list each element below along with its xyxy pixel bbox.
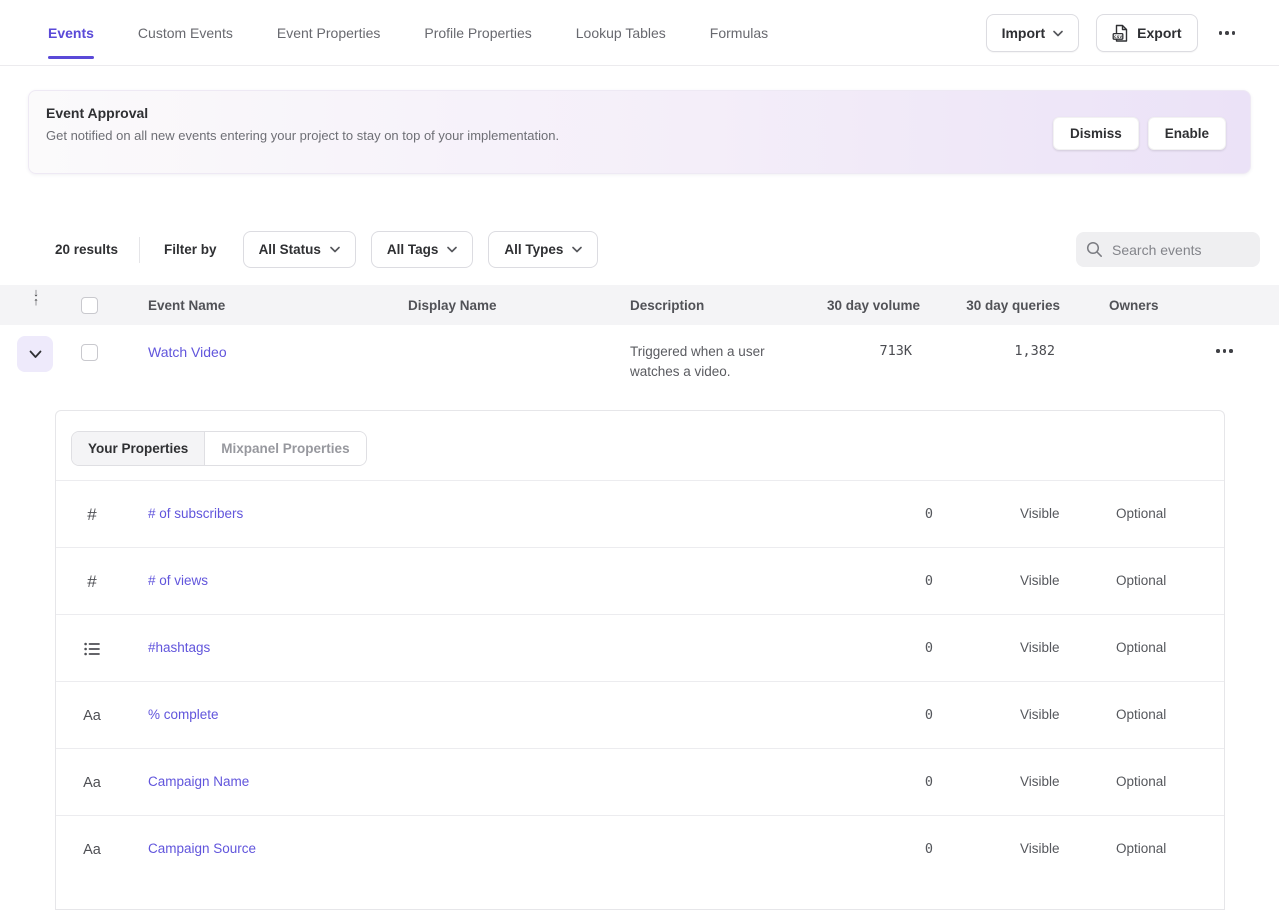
- property-name-link[interactable]: Campaign Source: [148, 841, 256, 856]
- property-row: # # of views 0 Visible Optional: [56, 547, 1224, 614]
- property-requirement: Optional: [1116, 573, 1166, 588]
- status-filter-dropdown[interactable]: All Status: [243, 231, 356, 268]
- number-type-icon: #: [80, 481, 104, 548]
- filter-toolbar: 20 results Filter by All Status All Tags…: [55, 231, 613, 268]
- csv-file-icon: csv: [1112, 24, 1129, 43]
- event-30day-queries: 1,382: [925, 343, 1055, 359]
- search-box[interactable]: [1076, 232, 1260, 267]
- event-name-link[interactable]: Watch Video: [148, 344, 227, 360]
- event-30day-volume: 713K: [782, 343, 912, 359]
- more-options-icon[interactable]: [1215, 25, 1240, 41]
- property-visibility: Visible: [1020, 506, 1060, 521]
- toolbar-divider: [139, 237, 140, 263]
- column-header-description[interactable]: Description: [630, 285, 704, 325]
- row-checkbox[interactable]: [81, 344, 98, 361]
- property-visibility: Visible: [1020, 573, 1060, 588]
- property-row: #hashtags 0 Visible Optional: [56, 614, 1224, 681]
- event-description: Triggered when a user watches a video.: [630, 342, 795, 382]
- banner-title: Event Approval: [46, 105, 148, 121]
- tab-custom-events[interactable]: Custom Events: [138, 19, 233, 47]
- collapse-row-button[interactable]: [17, 336, 53, 372]
- chevron-down-icon: [447, 246, 457, 253]
- properties-tab-group: Your Properties Mixpanel Properties: [71, 431, 367, 466]
- property-visibility: Visible: [1020, 774, 1060, 789]
- search-input[interactable]: [1112, 242, 1252, 258]
- property-requirement: Optional: [1116, 506, 1166, 521]
- column-header-display-name[interactable]: Display Name: [408, 285, 497, 325]
- status-filter-label: All Status: [259, 242, 321, 257]
- property-row: Aa Campaign Name 0 Visible Optional: [56, 748, 1224, 815]
- column-header-queries[interactable]: 30 day queries: [930, 285, 1060, 325]
- collapse-all-icon[interactable]: ↓↑: [26, 289, 46, 307]
- number-type-icon: #: [80, 548, 104, 615]
- property-name-link[interactable]: # of views: [148, 573, 208, 588]
- dismiss-button[interactable]: Dismiss: [1053, 117, 1139, 150]
- types-filter-dropdown[interactable]: All Types: [488, 231, 598, 268]
- property-volume: 0: [874, 774, 933, 790]
- tags-filter-dropdown[interactable]: All Tags: [371, 231, 474, 268]
- text-type-icon: Aa: [80, 816, 104, 883]
- property-row: Aa Campaign Source 0 Visible Optional: [56, 815, 1224, 882]
- property-requirement: Optional: [1116, 640, 1166, 655]
- tags-filter-label: All Tags: [387, 242, 439, 257]
- property-name-link[interactable]: Campaign Name: [148, 774, 249, 789]
- property-row: Aa % complete 0 Visible Optional: [56, 681, 1224, 748]
- property-volume: 0: [874, 506, 933, 522]
- table-row-watch-video: Watch Video Triggered when a user watche…: [0, 325, 1279, 387]
- chevron-down-icon: [330, 246, 340, 253]
- property-requirement: Optional: [1116, 707, 1166, 722]
- import-button[interactable]: Import: [986, 14, 1080, 52]
- tab-lookup-tables[interactable]: Lookup Tables: [576, 19, 666, 47]
- property-visibility: Visible: [1020, 707, 1060, 722]
- chevron-down-icon: [572, 246, 582, 253]
- event-approval-banner: Event Approval Get notified on all new e…: [28, 90, 1251, 174]
- column-header-event-name[interactable]: Event Name: [148, 285, 225, 325]
- property-name-link[interactable]: % complete: [148, 707, 219, 722]
- export-button-label: Export: [1137, 25, 1181, 41]
- text-type-icon: Aa: [80, 682, 104, 749]
- tab-events[interactable]: Events: [48, 19, 94, 47]
- property-visibility: Visible: [1020, 640, 1060, 655]
- import-button-label: Import: [1002, 25, 1046, 41]
- search-icon: [1086, 241, 1103, 258]
- property-visibility: Visible: [1020, 841, 1060, 856]
- property-volume: 0: [874, 707, 933, 723]
- text-type-icon: Aa: [80, 749, 104, 816]
- chevron-down-icon: [29, 350, 42, 359]
- property-volume: 0: [874, 640, 933, 656]
- property-requirement: Optional: [1116, 774, 1166, 789]
- column-header-volume[interactable]: 30 day volume: [790, 285, 920, 325]
- property-name-link[interactable]: #hashtags: [148, 640, 210, 655]
- column-header-owners[interactable]: Owners: [1109, 285, 1159, 325]
- tab-mixpanel-properties[interactable]: Mixpanel Properties: [204, 432, 365, 465]
- enable-button[interactable]: Enable: [1148, 117, 1226, 150]
- property-name-link[interactable]: # of subscribers: [148, 506, 243, 521]
- select-all-checkbox[interactable]: [81, 297, 98, 314]
- list-type-icon: [80, 615, 104, 682]
- property-row: # # of subscribers 0 Visible Optional: [56, 480, 1224, 547]
- tab-event-properties[interactable]: Event Properties: [277, 19, 381, 47]
- property-requirement: Optional: [1116, 841, 1166, 856]
- property-volume: 0: [874, 573, 933, 589]
- results-count: 20 results: [55, 242, 118, 257]
- tab-formulas[interactable]: Formulas: [710, 19, 768, 47]
- lexicon-tabs: Events Custom Events Event Properties Pr…: [48, 19, 768, 47]
- banner-subtitle: Get notified on all new events entering …: [46, 128, 559, 143]
- types-filter-label: All Types: [504, 242, 563, 257]
- property-volume: 0: [874, 841, 933, 857]
- tab-profile-properties[interactable]: Profile Properties: [424, 19, 531, 47]
- filter-by-label: Filter by: [164, 242, 217, 257]
- export-button[interactable]: csv Export: [1096, 14, 1197, 52]
- row-more-options-icon[interactable]: [1212, 343, 1237, 359]
- events-table-header: ↓↑ Event Name Display Name Description 3…: [0, 285, 1279, 325]
- chevron-down-icon: [1053, 30, 1063, 37]
- top-nav-bar: Events Custom Events Event Properties Pr…: [0, 0, 1279, 66]
- svg-text:csv: csv: [1114, 35, 1123, 40]
- event-properties-panel: Your Properties Mixpanel Properties # # …: [55, 410, 1225, 910]
- tab-your-properties[interactable]: Your Properties: [72, 432, 204, 465]
